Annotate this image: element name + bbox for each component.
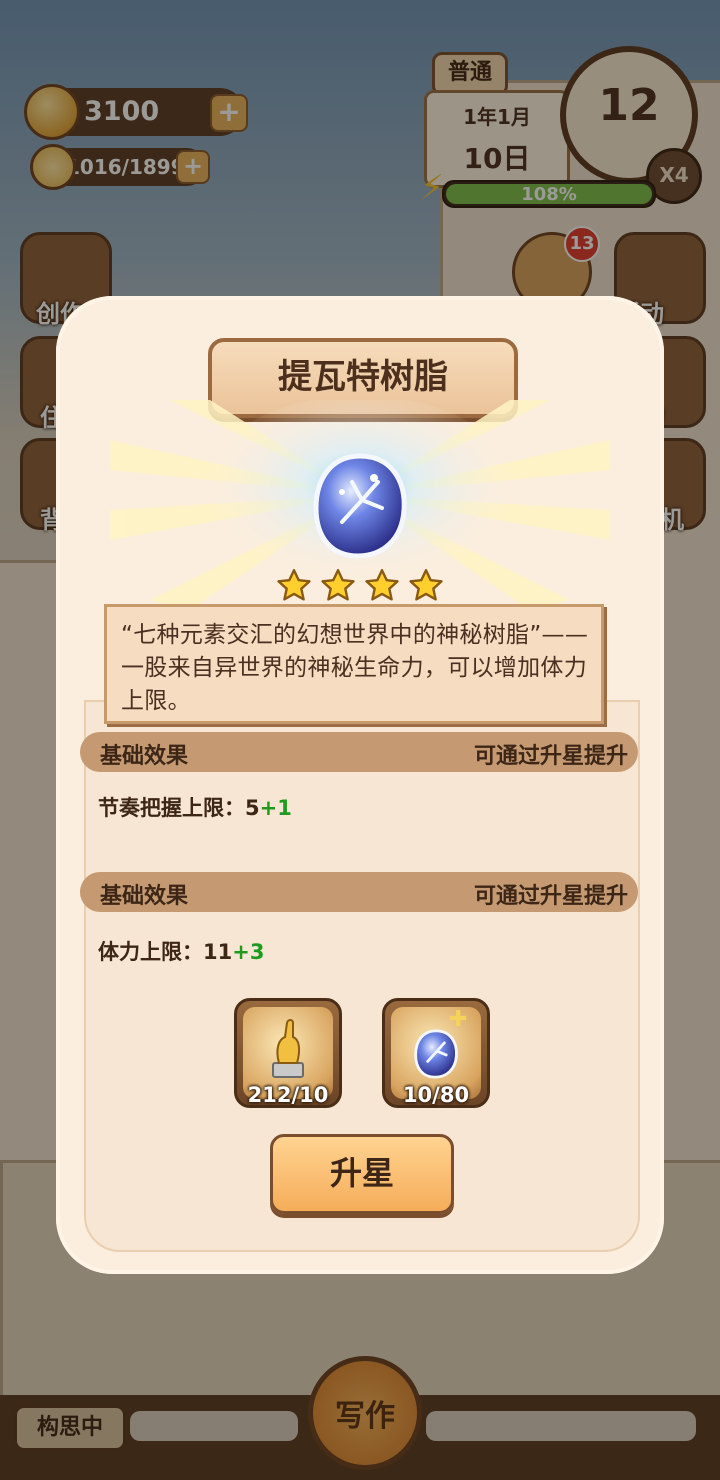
section-title: 基础效果 xyxy=(100,884,189,909)
golden-hand-trophy-icon xyxy=(272,1019,304,1078)
effect-bonus: +1 xyxy=(259,796,292,820)
star-icon xyxy=(365,569,399,601)
item-description: “七种元素交汇的幻想世界中的神秘树脂”——一股来自异世界的神秘生命力，可以增加体… xyxy=(121,622,589,714)
star-icon xyxy=(277,569,311,601)
resin-gem-icon xyxy=(414,1029,458,1079)
effect-label: 体力上限： xyxy=(98,940,203,964)
star-icon xyxy=(409,569,443,601)
material-count: 212/10 xyxy=(247,1083,329,1107)
effect-rhythm-limit: 节奏把握上限：5+1 xyxy=(98,792,292,822)
effect-stamina-limit: 体力上限：11+3 xyxy=(98,936,264,966)
effect-bonus: +3 xyxy=(232,940,265,964)
section-hint: 可通过升星提升 xyxy=(473,884,628,909)
section-title: 基础效果 xyxy=(100,744,189,769)
upgrade-star-button[interactable]: 升星 xyxy=(270,1134,454,1214)
resin-gem-icon xyxy=(313,453,407,559)
star-icon xyxy=(321,569,355,601)
material-count: 10/80 xyxy=(402,1083,470,1107)
effect-label: 节奏把握上限： xyxy=(98,796,245,820)
section-hint: 可通过升星提升 xyxy=(473,744,628,769)
puzzle-piece-icon: ✚ xyxy=(449,1007,468,1032)
effect-section-header-2: 基础效果 可通过升星提升 xyxy=(80,872,638,912)
item-description-box: “七种元素交汇的幻想世界中的神秘树脂”——一股来自异世界的神秘生命力，可以增加体… xyxy=(104,604,604,724)
effect-value: 5 xyxy=(245,796,260,820)
material-slot-resin[interactable]: ✚ 10/80 xyxy=(382,998,490,1108)
effect-section-header-1: 基础效果 可通过升星提升 xyxy=(80,732,638,772)
effect-value: 11 xyxy=(203,940,233,964)
material-slot-trophy[interactable]: 212/10 xyxy=(234,998,342,1108)
